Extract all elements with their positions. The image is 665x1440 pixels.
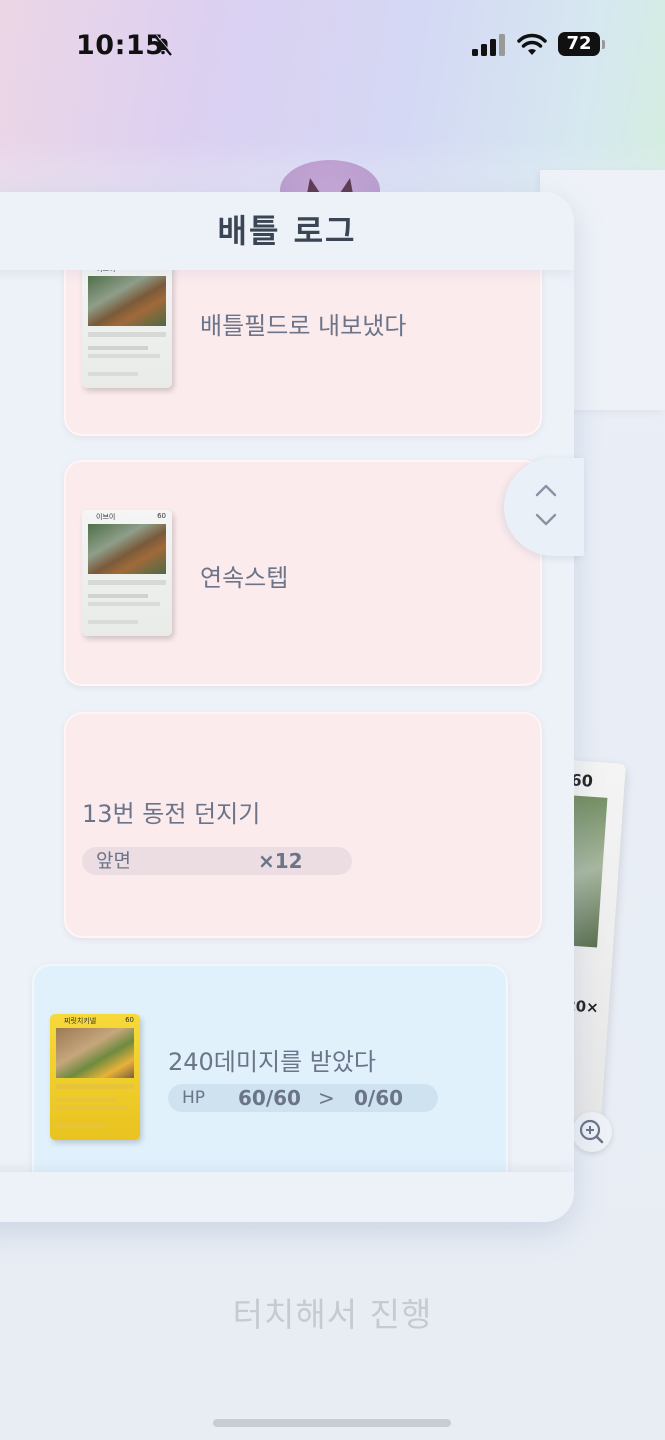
coin-result-label: 앞면 (96, 850, 131, 872)
battle-log-list[interactable]: 이브이 60 배틀필드로 내보냈다 이브이 60 연속스텝 13번 동전 던지기… (0, 192, 574, 1222)
hp-after: 0/60 (354, 1086, 404, 1110)
card-thumbnail[interactable]: 이브이 60 (82, 262, 172, 388)
log-entry-text: 13번 동전 던지기 (82, 800, 261, 828)
silent-bell-icon (154, 34, 173, 56)
log-entry-text: 240데미지를 받았다 (168, 1048, 376, 1076)
wifi-icon (517, 33, 547, 55)
log-entry: 이브이 60 연속스텝 (64, 460, 542, 686)
zoom-in-icon (579, 1119, 604, 1144)
battery-icon: 72 (558, 32, 606, 58)
log-entry-text: 배틀필드로 내보냈다 (200, 312, 407, 340)
coin-result-count: ×12 (258, 849, 303, 873)
home-indicator[interactable] (213, 1419, 451, 1427)
card-thumbnail[interactable]: 이브이 60 (82, 510, 172, 636)
hp-label: HP (182, 1088, 206, 1108)
hp-arrow: > (318, 1086, 335, 1110)
touch-to-continue-prompt[interactable]: 터치해서 진행 (0, 1288, 665, 1336)
card-thumbnail[interactable]: 찌릿치키넬 60 (50, 1014, 140, 1140)
modal-header: 배틀 로그 (0, 192, 574, 270)
chevron-down-icon[interactable] (534, 512, 558, 528)
chevron-up-icon[interactable] (534, 482, 558, 498)
modal-title: 배틀 로그 (217, 212, 357, 250)
log-entry: 13번 동전 던지기 앞면 ×12 (64, 712, 542, 938)
hp-change-pill: HP 60/60 > 0/60 (168, 1084, 438, 1112)
hp-before: 60/60 (238, 1086, 301, 1110)
status-bar: 10:15 72 (0, 0, 665, 90)
log-entry: 찌릿치키넬 60 240데미지를 받았다 HP 60/60 > 0/60 (32, 964, 508, 1194)
log-entry-text: 연속스텝 (200, 564, 289, 592)
cellular-signal-icon (472, 34, 505, 56)
battle-log-modal: 배틀 로그 이브이 60 배틀필드로 내보냈다 이브이 60 연속스텝 13번 … (0, 192, 574, 1222)
coin-result-pill: 앞면 ×12 (82, 847, 352, 875)
zoom-button[interactable] (572, 1112, 612, 1152)
modal-footer (0, 1172, 574, 1222)
battery-level: 72 (558, 32, 600, 56)
